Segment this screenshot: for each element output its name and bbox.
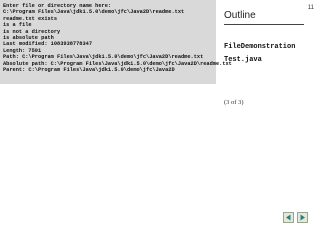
outline-item-filedemonstration[interactable]: FileDemonstration bbox=[224, 43, 295, 51]
previous-slide-button[interactable] bbox=[283, 212, 294, 223]
next-slide-button[interactable] bbox=[297, 212, 308, 223]
outline-item-test-java[interactable]: Test.java bbox=[224, 56, 262, 64]
console-output-panel: Enter file or directory name here: C:\Pr… bbox=[0, 0, 232, 84]
console-line: Parent: C:\Program Files\Java\jdk1.5.0\d… bbox=[3, 67, 175, 74]
console-line: C:\Program Files\Java\jdk1.5.0\demo\jfc\… bbox=[3, 9, 185, 16]
outline-divider bbox=[224, 24, 304, 25]
outline-title: Outline bbox=[224, 10, 256, 21]
page-count: (3 of 3) bbox=[224, 99, 244, 106]
console-line: Path: C:\Program Files\Java\jdk1.5.0\dem… bbox=[3, 54, 204, 61]
right-arrow-icon bbox=[300, 214, 305, 221]
left-arrow-icon bbox=[286, 214, 291, 221]
slide-page-number: 11 bbox=[307, 5, 314, 11]
